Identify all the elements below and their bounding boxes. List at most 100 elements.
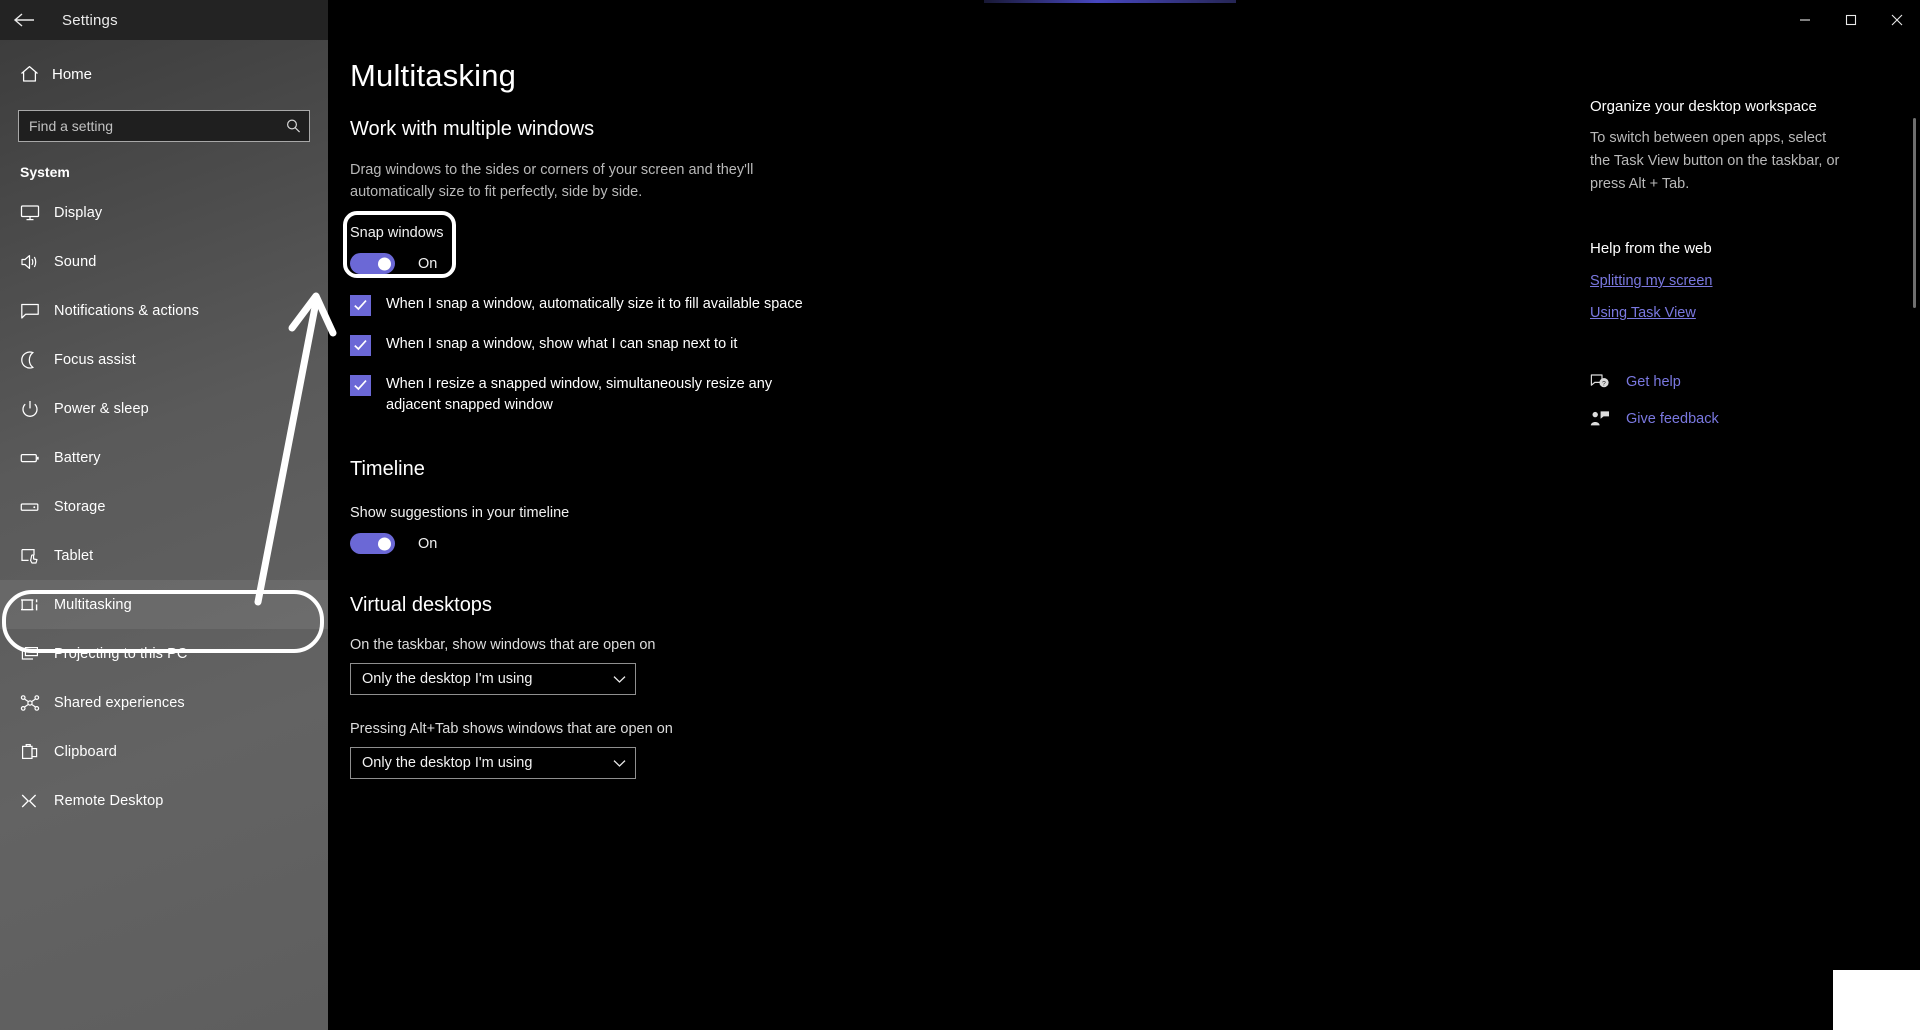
sidebar-item-multitasking[interactable]: Multitasking	[0, 580, 328, 629]
snap-section-heading: Work with multiple windows	[350, 118, 595, 140]
back-arrow-icon	[13, 12, 35, 28]
page-title: Multitasking	[350, 58, 517, 93]
alttab-windows-dropdown[interactable]: Only the desktop I'm using	[350, 747, 636, 779]
related-settings-panel: Organize your desktop workspace To switc…	[1590, 40, 1920, 1030]
battery-icon	[20, 449, 54, 467]
sidebar-item-storage[interactable]: Storage	[0, 482, 328, 531]
accent-strip	[984, 0, 1236, 3]
speaker-icon	[20, 253, 54, 271]
timeline-section-heading: Timeline	[350, 458, 425, 480]
virtual-desktops-section-heading: Virtual desktops	[350, 594, 492, 616]
checkbox-resize-adjacent[interactable]	[350, 375, 371, 396]
taskbar-windows-dropdown[interactable]: Only the desktop I'm using	[350, 663, 636, 695]
sidebar-item-label: Focus assist	[54, 351, 136, 368]
sidebar-item-label: Power & sleep	[54, 400, 149, 417]
sidebar-item-label: Sound	[54, 253, 97, 270]
sidebar-item-label: Clipboard	[54, 743, 117, 760]
snap-section-description: Drag windows to the sides or corners of …	[350, 162, 754, 200]
project-screen-icon	[20, 645, 54, 663]
search-icon[interactable]	[286, 119, 301, 134]
tablet-icon	[20, 547, 54, 565]
sidebar-item-label: Display	[54, 204, 103, 221]
sidebar-item-tablet[interactable]: Tablet	[0, 531, 328, 580]
sidebar-item-battery[interactable]: Battery	[0, 433, 328, 482]
app-title: Settings	[62, 11, 118, 29]
timeline-toggle-state: On	[418, 535, 438, 552]
moon-icon	[20, 350, 54, 369]
sidebar-item-label: Storage	[54, 498, 106, 515]
sidebar-item-remote-desktop[interactable]: Remote Desktop	[0, 776, 328, 825]
sidebar: Home System Displ	[0, 40, 328, 1030]
snap-windows-toggle[interactable]	[350, 253, 395, 274]
timeline-suggestions-toggle[interactable]	[350, 533, 395, 554]
sidebar-item-label: Tablet	[54, 547, 94, 564]
screen-artifact-patch	[1833, 970, 1920, 1030]
window-controls	[1782, 0, 1920, 40]
alttab-windows-value: Only the desktop I'm using	[362, 755, 533, 771]
get-help-label: Get help	[1626, 373, 1681, 390]
title-bar-left: Settings	[0, 0, 328, 40]
give-feedback-label: Give feedback	[1626, 410, 1719, 427]
alttab-windows-label: Pressing Alt+Tab shows windows that are …	[350, 721, 673, 737]
clipboard-icon	[20, 743, 54, 761]
sidebar-item-shared-experiences[interactable]: Shared experiences	[0, 678, 328, 727]
give-feedback-row[interactable]: Give feedback	[1590, 410, 1920, 427]
home-icon	[20, 65, 50, 83]
sidebar-item-label: Multitasking	[54, 596, 132, 613]
sidebar-item-label: Remote Desktop	[54, 792, 164, 809]
sidebar-item-sound[interactable]: Sound	[0, 237, 328, 286]
title-bar: Settings	[0, 0, 1920, 40]
snap-option-row[interactable]: When I snap a window, show what I can sn…	[350, 334, 1568, 356]
settings-window: Settings Home Find a setting System Disp…	[0, 0, 1920, 1030]
sidebar-nav-list: Display Sound Notifications & actions Fo…	[0, 188, 328, 825]
toggle-knob	[378, 537, 391, 550]
snap-option-row[interactable]: When I snap a window, automatically size…	[350, 294, 1568, 316]
snap-windows-toggle-state: On	[418, 255, 438, 272]
snap-windows-label: Snap windows	[350, 225, 444, 241]
sidebar-item-home[interactable]: Home	[0, 54, 328, 94]
related-heading: Organize your desktop workspace	[1590, 98, 1817, 115]
sidebar-item-projecting-to-this-pc[interactable]: Projecting to this PC	[0, 629, 328, 678]
back-button[interactable]	[0, 0, 48, 40]
sidebar-home-label: Home	[52, 65, 93, 83]
chevron-down-icon	[613, 675, 626, 684]
sidebar-item-power-sleep[interactable]: Power & sleep	[0, 384, 328, 433]
search-input[interactable]	[19, 118, 309, 134]
get-help-icon: ?	[1590, 373, 1620, 390]
related-body: To switch between open apps, select the …	[1590, 130, 1840, 192]
sidebar-item-clipboard[interactable]: Clipboard	[0, 727, 328, 776]
chat-bubble-icon	[20, 302, 54, 320]
snap-windows-group: Snap windows On	[350, 225, 1568, 274]
timeline-group: Show suggestions in your timeline On	[350, 505, 1568, 554]
main-content: Multitasking Work with multiple windows …	[328, 40, 1568, 1030]
snap-option-label: When I snap a window, automatically size…	[386, 296, 803, 312]
get-help-row[interactable]: ? Get help	[1590, 373, 1920, 390]
snap-windows-toggle-row: On	[350, 253, 1568, 274]
maximize-button[interactable]	[1828, 0, 1874, 40]
chevron-down-icon	[613, 759, 626, 768]
snap-option-label: When I snap a window, show what I can sn…	[386, 336, 738, 352]
drive-icon	[20, 498, 54, 516]
multitasking-icon	[20, 596, 54, 614]
svg-text:?: ?	[1602, 381, 1606, 388]
minimize-button[interactable]	[1782, 0, 1828, 40]
taskbar-windows-label: On the taskbar, show windows that are op…	[350, 637, 656, 653]
sidebar-item-label: Battery	[54, 449, 101, 466]
remote-desktop-icon	[20, 792, 54, 810]
snap-option-label: When I resize a snapped window, simultan…	[386, 376, 773, 413]
checkbox-show-snap-suggestions[interactable]	[350, 335, 371, 356]
help-link-splitting-my-screen[interactable]: Splitting my screen	[1590, 273, 1920, 289]
sidebar-item-display[interactable]: Display	[0, 188, 328, 237]
close-button[interactable]	[1874, 0, 1920, 40]
sidebar-item-focus-assist[interactable]: Focus assist	[0, 335, 328, 384]
help-link-using-task-view[interactable]: Using Task View	[1590, 305, 1920, 321]
search-box[interactable]	[18, 110, 310, 142]
sidebar-item-label: Projecting to this PC	[54, 645, 188, 662]
sidebar-item-notifications-actions[interactable]: Notifications & actions	[0, 286, 328, 335]
toggle-knob	[378, 257, 391, 270]
sidebar-group-title: System	[20, 164, 70, 180]
sidebar-item-label: Notifications & actions	[54, 302, 199, 319]
scrollbar-thumb[interactable]	[1913, 118, 1916, 308]
snap-option-row[interactable]: When I resize a snapped window, simultan…	[350, 374, 1568, 416]
checkbox-fill-available-space[interactable]	[350, 295, 371, 316]
